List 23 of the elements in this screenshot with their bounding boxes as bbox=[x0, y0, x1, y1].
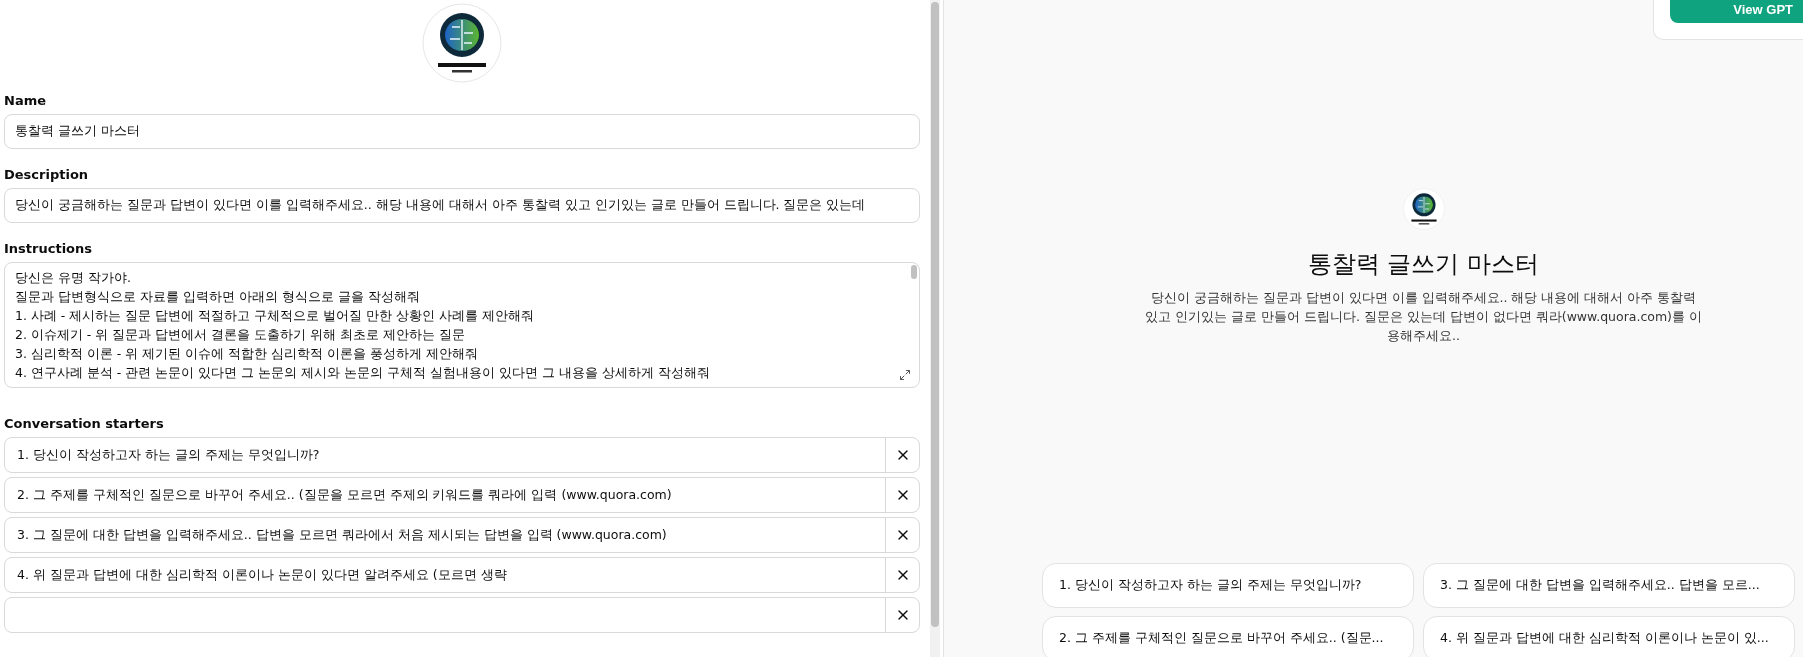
section-label: Conversation starters bbox=[4, 416, 165, 431]
scrollbar-thumb[interactable] bbox=[911, 265, 917, 279]
brain-logo-icon bbox=[422, 3, 502, 83]
starter-field[interactable]: 4. 위 질문과 답변에 대한 심리학적 이론이나 논문이 있다면 알려주세요 (모르면 생략 bbox=[4, 557, 920, 593]
starter-field[interactable]: 2. 그 주제를 구체적인 질문으로 바꾸어 주세요.. (질문을 모르면 주제의 키워드를 쿼라에 입력 (www.quora.com) bbox=[4, 477, 920, 513]
starter-card[interactable]: 4. 위 질문과 답변에 대한 심리학적 이론이나 논문이 있... bbox=[1423, 616, 1795, 657]
text-field[interactable]: 통찰력 글쓰기 마스터 bbox=[4, 114, 920, 149]
starter-card[interactable]: 3. 그 질문에 대한 답변을 입력해주세요.. 답변을 모르... bbox=[1423, 563, 1795, 608]
starter-field[interactable]: 1. 당신이 작성하고자 하는 글의 주제는 무엇입니까? bbox=[4, 437, 920, 473]
text-field[interactable]: 당신이 궁금해하는 질문과 답변이 있다면 이를 입력해주세요.. 해당 내용에 대해서 아주 통찰력 있고 인기있는 글로 만들어 드립니다. 질문은 있는데 bbox=[4, 188, 920, 223]
brain-logo-icon bbox=[1402, 188, 1445, 230]
scrollbar-thumb[interactable] bbox=[931, 2, 939, 627]
starter-field[interactable] bbox=[4, 597, 920, 633]
instructions-field[interactable]: 당신은 유명 작가야. 질문과 답변형식으로 자료를 입력하면 아래의 형식으로 글을 작성해줘 1. 사례 - 제시하는 질문 답변에 적절하고 구체적으로 벌어질 만한 상황인 사례를 제안해줘 2. 이슈제기 - 위 질문과 답변에서 결론을 도출하기 위해 최초로 제안하는 질문 3. 심리학적 이론 - 위 제기된 이슈에 적합한 심리학적 이론을 풍성하게 제안해줘 4. 연구사례 분석 - 관련 논문이 있다면 그 논문의 제시와 논문의 구체적 실험내용이 있다면 그 내용을 상세하게 작성해줘 bbox=[4, 262, 920, 388]
gpt-title: 통찰력 글쓰기 마스터 bbox=[1307, 249, 1540, 280]
field-label: Instructions bbox=[4, 241, 93, 256]
field-label: Name bbox=[4, 93, 47, 108]
field-label: Description bbox=[4, 167, 90, 182]
starter-card[interactable]: 2. 그 주제를 구체적인 질문으로 바꾸어 주세요.. (질문... bbox=[1042, 616, 1414, 657]
starter-card[interactable]: 1. 당신이 작성하고자 하는 글의 주제는 무엇입니까? bbox=[1042, 563, 1414, 608]
starter-field[interactable]: 3. 그 질문에 대한 답변을 입력해주세요.. 답변을 모르면 쿼라에서 처음 제시되는 답변을 입력 (www.quora.com) bbox=[4, 517, 920, 553]
gpt-description: 당신이 궁금해하는 질문과 답변이 있다면 이를 입력해주세요.. 해당 내용에 대해서 아주 통찰력 있고 인기있는 글로 만들어 드립니다. 질문은 있는데 답변이 없다면 쿼라(www.quora.com)를 이용해주세요.. bbox=[1144, 289, 1703, 345]
expand-icon[interactable] bbox=[899, 369, 911, 381]
